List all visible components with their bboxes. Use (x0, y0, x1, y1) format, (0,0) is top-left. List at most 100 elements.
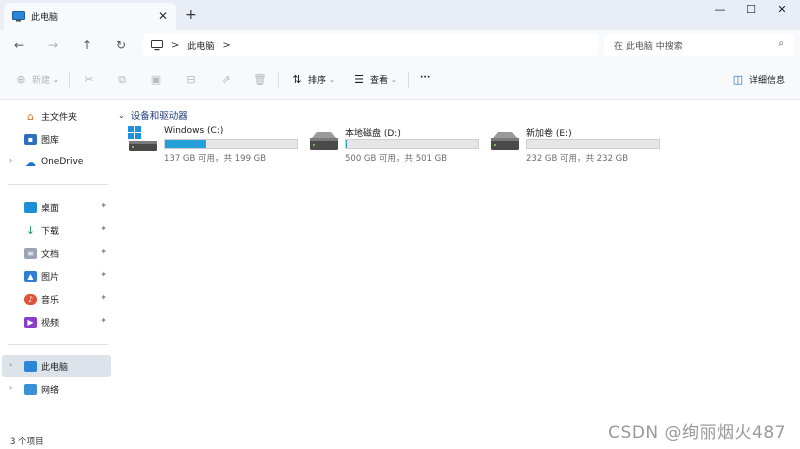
monitor-icon (151, 39, 163, 50)
sidebar-item-label: 主文件夹 (41, 112, 78, 123)
toolbar-divider (408, 72, 409, 88)
chevron-right-icon[interactable]: › (9, 383, 12, 392)
sidebar-item-gallery[interactable]: ▪ 图库 (2, 128, 111, 150)
drive-item[interactable]: 本地磁盘 (D:) 500 GB 可用，共 501 GB (309, 126, 481, 166)
sidebar-item-label: 桌面 (41, 203, 60, 214)
pin-icon[interactable]: ✦ (100, 270, 107, 279)
pin-icon[interactable]: ✦ (100, 201, 107, 210)
sidebar-item-label: 此电脑 (41, 362, 69, 373)
scissors-icon: ✂ (84, 73, 94, 86)
cloud-icon: ☁ (25, 155, 36, 169)
new-tab-button[interactable]: + (185, 7, 197, 23)
drive-item[interactable]: 新加卷 (E:) 232 GB 可用，共 232 GB (490, 126, 662, 166)
close-tab-icon[interactable]: ✕ (158, 9, 168, 23)
drive-name: 新加卷 (E:) (526, 129, 572, 139)
more-icon: ··· (420, 73, 431, 83)
search-input[interactable]: 在 此电脑 中搜索 ⌕ (604, 34, 794, 56)
clipboard-icon: ▣ (150, 73, 162, 86)
arrow-right-icon: → (47, 38, 59, 52)
sidebar-item-music[interactable]: ♪ 音乐 ✦ (2, 288, 111, 310)
sidebar-item-label: 文档 (41, 249, 60, 260)
title-bar: 此电脑 ✕ + — ☐ ✕ (0, 0, 800, 30)
close-window-button[interactable]: ✕ (764, 0, 800, 18)
chevron-down-icon: ⌄ (53, 75, 59, 84)
sort-icon: ⇅ (292, 73, 302, 86)
breadcrumb-trail-chevron[interactable]: > (222, 40, 230, 51)
sidebar-item-this-pc[interactable]: › 此电脑 (2, 355, 111, 377)
drive-space-info: 500 GB 可用，共 501 GB (345, 154, 448, 164)
sidebar-item-onedrive[interactable]: › ☁ OneDrive (2, 151, 111, 173)
up-button[interactable]: ↑ (77, 36, 97, 54)
desktop-icon (24, 201, 37, 213)
chevron-down-icon: ⌄ (118, 110, 125, 120)
minimize-icon: — (714, 2, 726, 16)
group-header-devices[interactable]: ⌄ 设备和驱动器 (118, 108, 188, 123)
delete-button[interactable]: 🗑 (253, 73, 267, 86)
computer-icon (12, 11, 25, 22)
chevron-down-icon: ⌄ (391, 75, 397, 84)
paste-button[interactable]: ▣ (149, 73, 163, 86)
address-bar[interactable]: > 此电脑 > (143, 34, 598, 56)
toolbar-divider (278, 72, 279, 88)
sidebar-item-videos[interactable]: ▶ 视频 ✦ (2, 311, 111, 333)
pin-icon[interactable]: ✦ (100, 316, 107, 325)
drive-usage-fill (165, 140, 206, 148)
sort-button[interactable]: ⇅ 排序 ⌄ (290, 73, 335, 86)
share-button[interactable]: ⇗ (219, 73, 233, 86)
home-icon: ⌂ (27, 109, 34, 123)
chevron-down-icon: ⌄ (329, 75, 335, 84)
sidebar-item-downloads[interactable]: ↓ 下载 ✦ (2, 219, 111, 241)
sidebar-item-network[interactable]: › 网络 (2, 378, 111, 400)
sidebar-item-documents[interactable]: ≡ 文档 ✦ (2, 242, 111, 264)
pin-icon[interactable]: ✦ (100, 293, 107, 302)
drive-usage-bar (164, 139, 298, 149)
back-button[interactable]: ← (9, 36, 29, 54)
sidebar-item-desktop[interactable]: 桌面 ✦ (2, 196, 111, 218)
toolbar-divider (69, 72, 70, 88)
music-icon: ♪ (24, 293, 37, 305)
tab-this-pc[interactable]: 此电脑 ✕ (4, 3, 176, 30)
sidebar-item-label: 网络 (41, 385, 60, 396)
group-title: 设备和驱动器 (130, 111, 188, 122)
rename-button[interactable]: ⊟ (184, 73, 198, 86)
download-icon: ↓ (25, 223, 36, 237)
cut-button[interactable]: ✂ (82, 73, 96, 86)
breadcrumb-separator: > (171, 39, 180, 51)
pin-icon[interactable]: ✦ (100, 224, 107, 233)
copy-button[interactable]: ⧉ (115, 73, 129, 87)
sidebar-item-label: 音乐 (41, 295, 60, 306)
forward-button[interactable]: → (43, 36, 63, 54)
drive-usage-bar (526, 139, 660, 149)
refresh-button[interactable]: ↻ (111, 36, 131, 54)
breadcrumb-this-pc[interactable]: 此电脑 (187, 39, 214, 52)
item-count: 3 个项目 (10, 437, 44, 447)
watermark-text: CSDN @绚丽烟火487 (608, 423, 786, 443)
drive-item[interactable]: Windows (C:) 137 GB 可用，共 199 GB (128, 126, 300, 166)
sidebar-divider (8, 184, 108, 185)
chevron-right-icon[interactable]: › (9, 360, 12, 369)
details-pane-button[interactable]: ◫ 详细信息 (731, 73, 785, 86)
drive-name: Windows (C:) (164, 126, 224, 136)
refresh-icon: ↻ (115, 38, 127, 52)
copy-icon: ⧉ (118, 73, 126, 86)
details-label: 详细信息 (749, 76, 786, 86)
view-label: 查看 (370, 76, 389, 86)
close-icon: ✕ (777, 2, 787, 16)
video-icon: ▶ (24, 316, 37, 328)
view-button[interactable]: ☰ 查看 ⌄ (352, 73, 397, 86)
computer-icon (24, 360, 37, 372)
drive-name: 本地磁盘 (D:) (345, 129, 401, 139)
more-options-button[interactable]: ··· (420, 73, 430, 83)
chevron-right-icon[interactable]: › (9, 156, 12, 165)
view-icon: ☰ (354, 73, 364, 86)
new-button[interactable]: ⊕ 新建 ⌄ (14, 73, 59, 86)
sidebar-item-home[interactable]: ⌂ 主文件夹 (2, 105, 111, 127)
tab-label: 此电脑 (31, 13, 59, 23)
search-icon[interactable]: ⌕ (778, 38, 784, 49)
sidebar-item-pictures[interactable]: ▲ 图片 ✦ (2, 265, 111, 287)
sidebar-divider (8, 344, 108, 345)
document-icon: ≡ (24, 247, 37, 259)
new-label: 新建 (32, 76, 51, 86)
pin-icon[interactable]: ✦ (100, 247, 107, 256)
hard-drive-icon (310, 132, 338, 150)
